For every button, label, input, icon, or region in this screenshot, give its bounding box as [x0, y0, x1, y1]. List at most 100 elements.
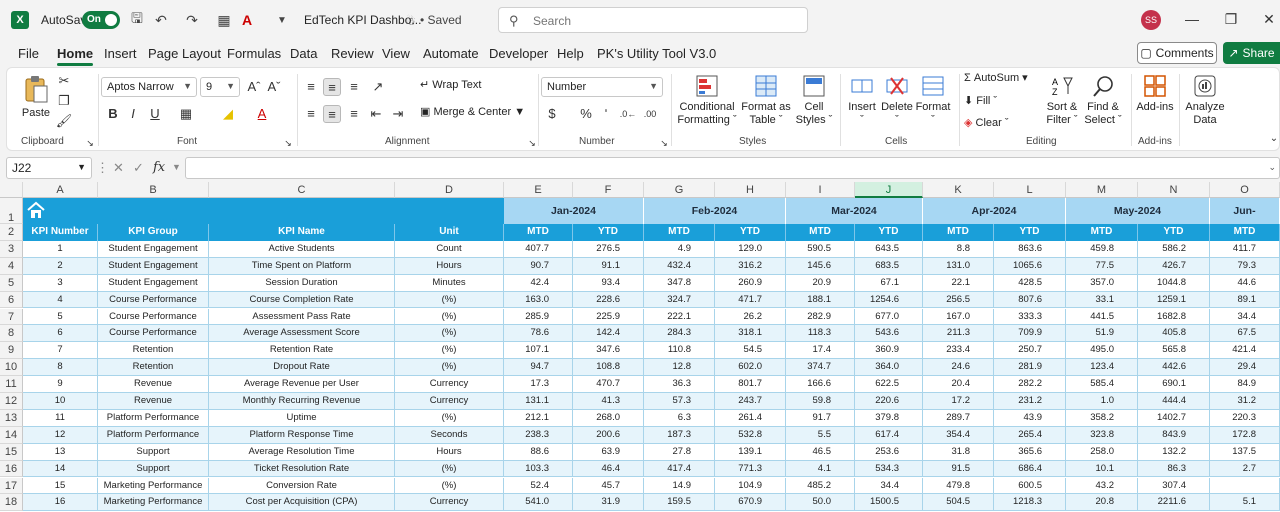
more-icon[interactable]: ⋮	[96, 160, 109, 176]
tab-developer[interactable]: Developer	[489, 46, 548, 61]
table-cell[interactable]: 36.3	[644, 376, 715, 393]
table-cell[interactable]: 405.8	[1138, 325, 1210, 343]
table-cell[interactable]: 261.4	[715, 409, 786, 427]
table-cell[interactable]: 22.1	[923, 274, 994, 292]
table-cell[interactable]: 250.7	[994, 342, 1066, 360]
table-cell[interactable]: 268.0	[573, 409, 644, 427]
table-cell[interactable]: 2211.6	[1138, 494, 1210, 512]
row-header[interactable]: 7	[0, 308, 23, 326]
table-cell[interactable]: 4.1	[786, 460, 855, 478]
align-top-icon[interactable]: ≡	[302, 78, 320, 96]
row-header[interactable]: 6	[0, 291, 23, 309]
table-cell[interactable]: 90.7	[504, 257, 573, 275]
table-cell[interactable]: Seconds	[395, 426, 504, 444]
table-cell[interactable]: 316.2	[715, 257, 786, 275]
table-cell[interactable]: Course Performance	[98, 308, 209, 326]
table-cell[interactable]: 31.9	[573, 494, 644, 512]
table-cell[interactable]: 188.1	[786, 291, 855, 309]
column-header[interactable]: E	[504, 182, 573, 198]
table-cell[interactable]: 5.5	[786, 426, 855, 444]
table-cell[interactable]: 863.6	[994, 240, 1066, 258]
table-cell[interactable]: 1065.6	[994, 257, 1066, 275]
table-cell[interactable]: 379.8	[855, 409, 923, 427]
autosum-button[interactable]: Σ AutoSum ▾	[964, 72, 1028, 85]
increase-font-icon[interactable]: Aˆ	[245, 78, 263, 96]
table-cell[interactable]: 91.1	[573, 257, 644, 275]
column-header[interactable]: F	[573, 182, 644, 198]
table-cell[interactable]: 442.6	[1138, 359, 1210, 377]
format-painter-icon[interactable]: 🖌	[55, 112, 73, 130]
table-cell[interactable]: Uptime	[209, 409, 395, 427]
table-cell[interactable]: 843.9	[1138, 426, 1210, 444]
merge-center-button[interactable]: ▣ Merge & Center ▼	[420, 106, 525, 119]
table-cell[interactable]: 159.5	[644, 494, 715, 512]
table-cell[interactable]: 46.5	[786, 443, 855, 461]
table-cell[interactable]: 220.3	[1210, 409, 1280, 427]
table-cell[interactable]: Retention	[98, 359, 209, 377]
table-cell[interactable]: 709.9	[994, 325, 1066, 343]
undo-icon[interactable]: ↶	[152, 11, 170, 29]
table-cell[interactable]: 231.2	[994, 393, 1066, 410]
table-cell[interactable]: Course Completion Rate	[209, 291, 395, 309]
table-cell[interactable]: (%)	[395, 325, 504, 343]
tab-view[interactable]: View	[382, 46, 410, 61]
column-title[interactable]: KPI Group	[98, 224, 209, 241]
table-cell[interactable]: 4	[23, 291, 98, 309]
table-cell[interactable]: 93.4	[573, 274, 644, 292]
table-cell[interactable]: 602.0	[715, 359, 786, 377]
table-cell[interactable]: (%)	[395, 460, 504, 478]
table-cell[interactable]: 282.9	[786, 308, 855, 326]
underline-icon[interactable]: U	[146, 105, 164, 123]
table-cell[interactable]: 238.3	[504, 426, 573, 444]
table-cell[interactable]: 586.2	[1138, 240, 1210, 258]
formula-input[interactable]: ⌄	[185, 157, 1280, 179]
column-header[interactable]: I	[786, 182, 855, 198]
table-cell[interactable]: 365.6	[994, 443, 1066, 461]
table-cell[interactable]: 3	[23, 274, 98, 292]
table-cell[interactable]: (%)	[395, 409, 504, 427]
column-header[interactable]: H	[715, 182, 786, 198]
table-cell[interactable]: 260.9	[715, 274, 786, 292]
table-cell[interactable]: 243.7	[715, 393, 786, 410]
table-cell[interactable]: 110.8	[644, 342, 715, 360]
column-title[interactable]: MTD	[1210, 224, 1280, 241]
table-cell[interactable]: Marketing Performance	[98, 494, 209, 512]
table-cell[interactable]: 276.5	[573, 240, 644, 258]
table-cell[interactable]: 643.5	[855, 240, 923, 258]
table-cell[interactable]: 771.3	[715, 460, 786, 478]
row-header[interactable]: 12	[0, 393, 23, 410]
find-select-button[interactable]: Find & Select ˇ	[1083, 74, 1123, 127]
wrap-text-button[interactable]: ↵ Wrap Text	[420, 79, 481, 92]
spreadsheet-grid[interactable]: A B C D E F G H I J K L M N O 1 2 3 4 5 6 7 8 9 10 11 12 13 14 15 16 17…	[0, 182, 1280, 512]
table-cell[interactable]: 417.4	[644, 460, 715, 478]
table-cell[interactable]: 807.6	[994, 291, 1066, 309]
copy-icon[interactable]: ❐	[55, 92, 73, 110]
table-cell[interactable]: 51.9	[1066, 325, 1138, 343]
row-header[interactable]: 11	[0, 376, 23, 393]
bold-icon[interactable]: B	[104, 105, 122, 123]
tab-data[interactable]: Data	[290, 46, 317, 61]
share-button[interactable]: ↗ Share	[1223, 42, 1280, 64]
table-cell[interactable]: 532.8	[715, 426, 786, 444]
row-header[interactable]: 17	[0, 477, 23, 495]
table-cell[interactable]: 347.6	[573, 342, 644, 360]
save-icon[interactable]: 🖫	[128, 10, 146, 29]
column-title[interactable]: MTD	[786, 224, 855, 241]
saved-status[interactable]: • Saved	[420, 13, 462, 27]
table-cell[interactable]: Currency	[395, 494, 504, 512]
table-cell[interactable]: 307.4	[1138, 477, 1210, 495]
table-cell[interactable]: 42.4	[504, 274, 573, 292]
table-cell[interactable]: 801.7	[715, 376, 786, 393]
table-cell[interactable]: 43.2	[1066, 477, 1138, 495]
table-cell[interactable]: 78.6	[504, 325, 573, 343]
column-header[interactable]: D	[395, 182, 504, 198]
table-cell[interactable]: 471.7	[715, 291, 786, 309]
table-cell[interactable]: 1500.5	[855, 494, 923, 512]
table-cell[interactable]: 142.4	[573, 325, 644, 343]
font-size-select[interactable]: 9 ▼	[200, 77, 240, 97]
redo-icon[interactable]: ↷	[183, 11, 201, 29]
table-cell[interactable]: 622.5	[855, 376, 923, 393]
table-cell[interactable]: 145.6	[786, 257, 855, 275]
tab-insert[interactable]: Insert	[104, 46, 137, 61]
table-cell[interactable]: 585.4	[1066, 376, 1138, 393]
